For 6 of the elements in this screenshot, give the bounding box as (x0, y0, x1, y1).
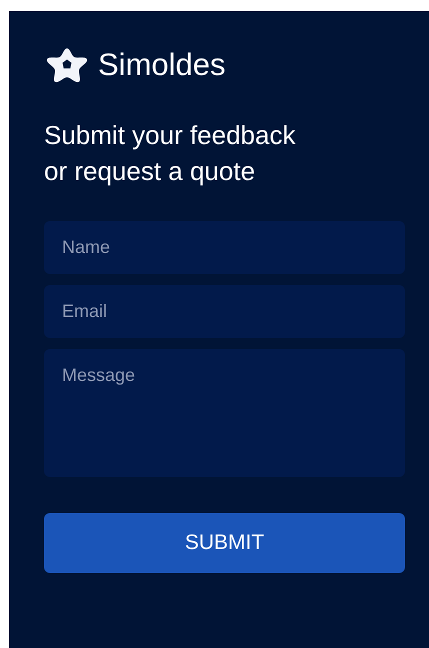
input-field[interactable]: Email (44, 285, 405, 338)
message-field[interactable]: Message (44, 349, 405, 477)
submit-button[interactable]: SUBMIT (44, 513, 405, 573)
form-heading: Submit your feedback or request a quote (44, 119, 296, 188)
input-field[interactable]: Name (44, 221, 405, 274)
brand-name: Simoldes (98, 47, 226, 83)
